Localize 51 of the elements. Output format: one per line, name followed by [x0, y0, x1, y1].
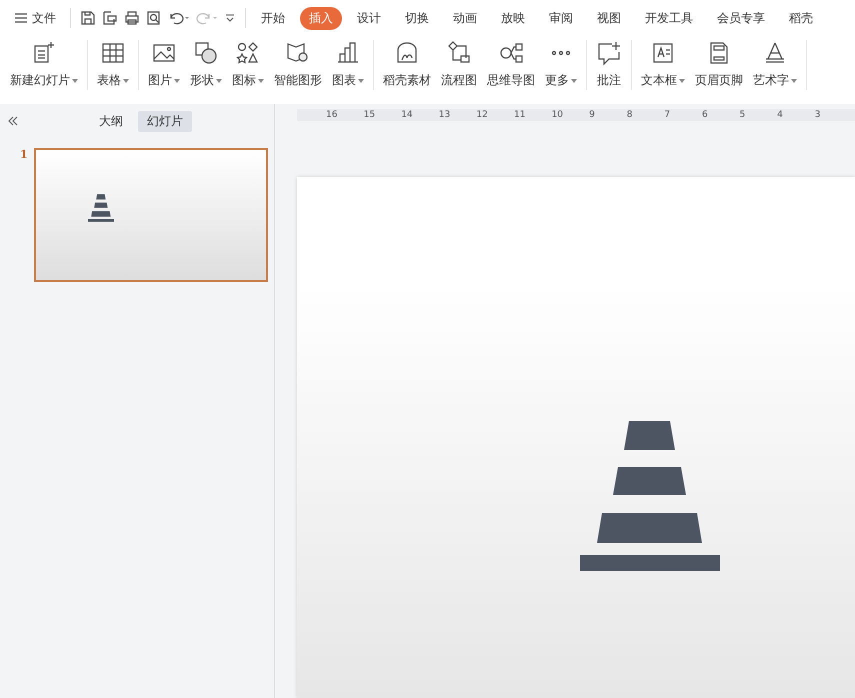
print-preview-icon[interactable]	[146, 10, 162, 26]
ribbon-button[interactable]: 表格	[93, 40, 133, 94]
comment-icon	[596, 40, 622, 66]
caret-icon	[216, 78, 222, 82]
ribbon-button[interactable]: 页眉页脚	[691, 40, 747, 94]
caret-icon	[679, 78, 685, 82]
export-icon[interactable]	[102, 10, 118, 26]
print-icon[interactable]	[124, 10, 140, 26]
file-menu[interactable]: 文件	[14, 10, 56, 26]
slide-number: 1	[20, 148, 28, 163]
ribbon-button[interactable]: 思维导图	[483, 40, 539, 94]
menu-tab[interactable]: 审阅	[540, 6, 582, 30]
menu-icon	[14, 12, 28, 24]
caret-icon	[791, 78, 797, 82]
menu-tab[interactable]: 切换	[396, 6, 438, 30]
slide-thumbnail[interactable]	[34, 148, 268, 282]
menu-tab[interactable]: 放映	[492, 6, 534, 30]
collapse-icon[interactable]	[7, 116, 19, 126]
save-icon[interactable]	[80, 10, 96, 26]
caret-icon	[571, 78, 577, 82]
menu-tab[interactable]: 开始	[252, 6, 294, 30]
undo-icon[interactable]	[168, 10, 190, 26]
menu-tab[interactable]: 会员专享	[708, 6, 774, 30]
icons-icon	[235, 40, 261, 66]
ruler: 16 15 14 13 12 11 10 9 8 7 6 5 4 3	[297, 109, 855, 121]
ribbon-button[interactable]: 图表	[328, 40, 368, 94]
ribbon-button[interactable]: 新建幻灯片	[6, 40, 82, 94]
shapes-icon	[193, 40, 219, 66]
panel-tab[interactable]: 幻灯片	[138, 110, 192, 132]
ribbon-button[interactable]: 流程图	[437, 40, 481, 94]
menu-tab[interactable]: 设计	[348, 6, 390, 30]
ribbon-button[interactable]: 稻壳素材	[379, 40, 435, 94]
caret-icon	[358, 78, 364, 82]
panel-tab[interactable]: 大纲	[90, 110, 132, 132]
ribbon-button[interactable]: 更多	[541, 40, 581, 94]
ribbon-button[interactable]: 艺术字	[749, 40, 801, 94]
ribbon-button[interactable]: 图片	[144, 40, 184, 94]
caret-icon	[174, 78, 180, 82]
caret-icon	[72, 78, 78, 82]
menu-tab[interactable]: 开发工具	[636, 6, 702, 30]
ribbon-button[interactable]: 文本框	[637, 40, 689, 94]
menu-tab[interactable]: 动画	[444, 6, 486, 30]
ribbon-button[interactable]: 批注	[592, 40, 626, 94]
menu-tab[interactable]: 视图	[588, 6, 630, 30]
caret-icon	[123, 78, 129, 82]
menu-tab[interactable]: 稻壳	[780, 6, 822, 30]
ribbon-button[interactable]: 智能图形	[270, 40, 326, 94]
ribbon-button[interactable]: 图标	[228, 40, 268, 94]
cone-drawing	[88, 194, 114, 222]
ribbon-button[interactable]: 形状	[186, 40, 226, 94]
caret-icon	[258, 78, 264, 82]
